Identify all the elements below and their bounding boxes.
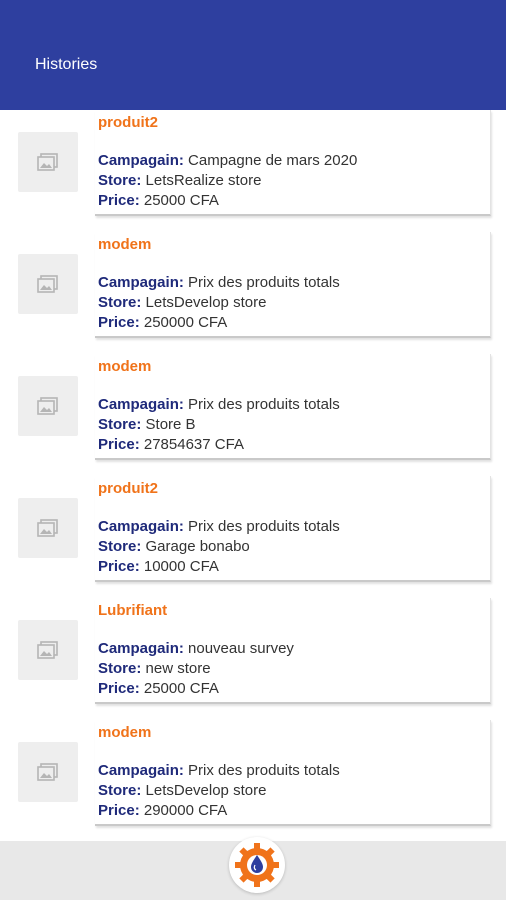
image-placeholder-icon bbox=[18, 254, 78, 314]
store-row: Store: Garage bonabo bbox=[98, 537, 250, 557]
campaign-value: nouveau survey bbox=[188, 640, 294, 657]
list-item[interactable]: modem Campagain: Prix des produits total… bbox=[0, 354, 506, 476]
price-row: Price: 25000 CFA bbox=[98, 679, 219, 699]
store-row: Store: LetsDevelop store bbox=[98, 781, 266, 801]
price-value: 10000 CFA bbox=[143, 558, 219, 575]
campaign-label: Campagain: bbox=[98, 640, 184, 657]
list-item[interactable]: produit2 Campagain: Campagne de mars 202… bbox=[0, 110, 506, 232]
price-label: Price: bbox=[98, 680, 140, 697]
price-row: Price: 25000 CFA bbox=[98, 191, 219, 211]
price-label: Price: bbox=[98, 436, 140, 453]
store-value: LetsDevelop store bbox=[145, 294, 267, 311]
campaign-row: Campagain: Prix des produits totals bbox=[98, 273, 340, 293]
price-row: Price: 10000 CFA bbox=[98, 557, 219, 577]
price-label: Price: bbox=[98, 558, 140, 575]
product-name: Lubrifiant bbox=[98, 602, 168, 619]
image-placeholder-icon bbox=[18, 376, 78, 436]
store-label: Store: bbox=[98, 782, 142, 799]
campaign-value: Prix des produits totals bbox=[188, 762, 340, 779]
price-label: Price: bbox=[98, 802, 140, 819]
image-placeholder-icon bbox=[18, 498, 78, 558]
history-card: modem Campagain: Prix des produits total… bbox=[95, 354, 491, 460]
store-value: LetsRealize store bbox=[145, 172, 262, 189]
history-card: Lubrifiant Campagain: nouveau survey Sto… bbox=[95, 598, 491, 704]
store-label: Store: bbox=[98, 294, 142, 311]
history-list: produit2 Campagain: Campagne de mars 202… bbox=[0, 110, 506, 841]
history-card: modem Campagain: Prix des produits total… bbox=[95, 232, 491, 338]
page-title: Histories bbox=[35, 56, 98, 73]
product-name: modem bbox=[98, 236, 152, 253]
store-label: Store: bbox=[98, 416, 142, 433]
price-row: Price: 250000 CFA bbox=[98, 313, 227, 333]
campaign-row: Campagain: nouveau survey bbox=[98, 639, 294, 659]
list-item[interactable]: Lubrifiant Campagain: nouveau survey Sto… bbox=[0, 598, 506, 720]
campaign-row: Campagain: Prix des produits totals bbox=[98, 517, 340, 537]
store-row: Store: Store B bbox=[98, 415, 196, 435]
image-placeholder-icon bbox=[18, 742, 78, 802]
list-item[interactable]: modem Campagain: Prix des produits total… bbox=[0, 232, 506, 354]
gear-droplet-logo-icon bbox=[235, 843, 279, 887]
store-value: new store bbox=[145, 660, 211, 677]
image-placeholder-icon bbox=[18, 132, 78, 192]
app-bar: Histories bbox=[0, 0, 506, 110]
store-row: Store: LetsDevelop store bbox=[98, 293, 266, 313]
product-name: modem bbox=[98, 724, 152, 741]
price-row: Price: 27854637 CFA bbox=[98, 435, 244, 455]
history-card: produit2 Campagain: Campagne de mars 202… bbox=[95, 110, 491, 216]
home-fab-button[interactable] bbox=[229, 837, 285, 893]
store-label: Store: bbox=[98, 172, 142, 189]
campaign-label: Campagain: bbox=[98, 518, 184, 535]
list-item[interactable]: modem Campagain: Prix des produits total… bbox=[0, 720, 506, 841]
campaign-value: Prix des produits totals bbox=[188, 274, 340, 291]
price-label: Price: bbox=[98, 192, 140, 209]
price-value: 25000 CFA bbox=[143, 680, 219, 697]
history-card: modem Campagain: Prix des produits total… bbox=[95, 720, 491, 826]
product-name: produit2 bbox=[98, 480, 158, 497]
campaign-value: Campagne de mars 2020 bbox=[188, 152, 358, 169]
history-card: produit2 Campagain: Prix des produits to… bbox=[95, 476, 491, 582]
campaign-value: Prix des produits totals bbox=[188, 518, 340, 535]
campaign-row: Campagain: Prix des produits totals bbox=[98, 761, 340, 781]
list-item[interactable]: produit2 Campagain: Prix des produits to… bbox=[0, 476, 506, 598]
store-value: LetsDevelop store bbox=[145, 782, 267, 799]
price-value: 290000 CFA bbox=[143, 802, 228, 819]
price-row: Price: 290000 CFA bbox=[98, 801, 227, 821]
store-value: Garage bonabo bbox=[145, 538, 250, 555]
price-value: 25000 CFA bbox=[143, 192, 219, 209]
image-placeholder-icon bbox=[18, 620, 78, 680]
store-row: Store: LetsRealize store bbox=[98, 171, 261, 191]
store-label: Store: bbox=[98, 538, 142, 555]
store-row: Store: new store bbox=[98, 659, 211, 679]
campaign-label: Campagain: bbox=[98, 274, 184, 291]
campaign-row: Campagain: Prix des produits totals bbox=[98, 395, 340, 415]
campaign-label: Campagain: bbox=[98, 396, 184, 413]
store-value: Store B bbox=[145, 416, 196, 433]
price-value: 27854637 CFA bbox=[143, 436, 244, 453]
product-name: produit2 bbox=[98, 114, 158, 131]
price-label: Price: bbox=[98, 314, 140, 331]
price-value: 250000 CFA bbox=[143, 314, 228, 331]
campaign-row: Campagain: Campagne de mars 2020 bbox=[98, 151, 357, 171]
product-name: modem bbox=[98, 358, 152, 375]
campaign-label: Campagain: bbox=[98, 152, 184, 169]
store-label: Store: bbox=[98, 660, 142, 677]
campaign-label: Campagain: bbox=[98, 762, 184, 779]
campaign-value: Prix des produits totals bbox=[188, 396, 340, 413]
